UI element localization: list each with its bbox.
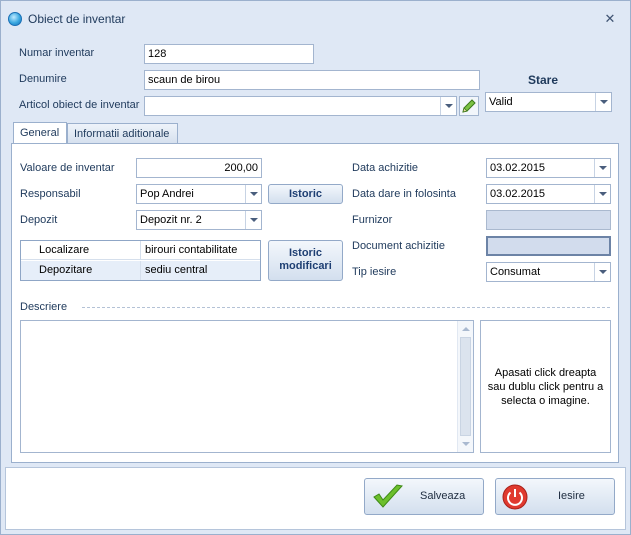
- tip-iesire-label: Tip iesire: [352, 266, 397, 278]
- valoare-input[interactable]: 200,00: [136, 158, 262, 178]
- istoric-modificari-line1: Istoric: [288, 247, 322, 259]
- grid-row-depozitare[interactable]: Depozitare sediu central: [21, 261, 260, 280]
- app-icon: [8, 12, 22, 26]
- scroll-up-icon[interactable]: [462, 327, 470, 331]
- tab-general[interactable]: General: [13, 122, 67, 144]
- tab-informatii-aditionale[interactable]: Informatii aditionale: [67, 123, 178, 144]
- document-achizitie-input[interactable]: [486, 236, 611, 256]
- descriere-textarea[interactable]: [20, 320, 474, 453]
- data-achizitie-combo[interactable]: 03.02.2015: [486, 158, 611, 178]
- denumire-input[interactable]: scaun de birou: [144, 70, 480, 90]
- articol-label: Articol obiect de inventar: [19, 99, 140, 111]
- responsabil-label: Responsabil: [20, 188, 81, 200]
- istoric-modificari-button[interactable]: Istoric modificari: [268, 240, 343, 281]
- data-achizitie-label: Data achizitie: [352, 162, 419, 174]
- save-button[interactable]: Salveaza: [364, 478, 484, 515]
- data-dare-dropdown-button[interactable]: [594, 185, 610, 203]
- data-achizitie-value: 03.02.2015: [490, 162, 546, 174]
- responsabil-dropdown-button[interactable]: [245, 185, 261, 203]
- grid-value-depozitare: sediu central: [145, 264, 208, 276]
- grid-key-depozitare: Depozitare: [39, 264, 93, 276]
- edit-articol-button[interactable]: [459, 96, 479, 116]
- responsabil-combo[interactable]: Pop Andrei: [136, 184, 262, 204]
- exit-label: Iesire: [558, 490, 585, 502]
- furnizor-input[interactable]: [486, 210, 611, 230]
- stare-dropdown-button[interactable]: [595, 93, 611, 111]
- title-bar: Obiect de inventar ✕: [1, 1, 630, 35]
- close-icon[interactable]: ✕: [603, 12, 617, 26]
- articol-dropdown-button[interactable]: [440, 97, 456, 115]
- numar-inventar-label: Numar inventar: [19, 47, 95, 59]
- valoare-label: Valoare de inventar: [20, 162, 115, 174]
- stare-combo[interactable]: Valid: [485, 92, 612, 112]
- tip-iesire-value: Consumat: [490, 266, 541, 278]
- grid-key-localizare: Localizare: [39, 244, 90, 256]
- grid-value-localizare: birouri contabilitate: [145, 244, 238, 256]
- pencil-icon: [462, 99, 476, 113]
- numar-inventar-input[interactable]: 128: [144, 44, 314, 64]
- istoric-button[interactable]: Istoric: [268, 184, 343, 204]
- furnizor-label: Furnizor: [352, 214, 393, 226]
- stare-value: Valid: [489, 96, 513, 108]
- power-icon: [502, 484, 528, 510]
- scroll-down-icon[interactable]: [462, 442, 470, 446]
- tip-iesire-dropdown-button[interactable]: [594, 263, 610, 281]
- articol-combo[interactable]: [144, 96, 457, 116]
- descriere-label: Descriere: [20, 301, 68, 313]
- depozit-value: Depozit nr. 2: [140, 214, 202, 226]
- checkmark-icon: [373, 484, 403, 508]
- general-tab-panel: Valoare de inventar 200,00 Responsabil P…: [11, 143, 619, 463]
- image-placeholder[interactable]: Apasati click dreapta sau dublu click pe…: [480, 320, 611, 453]
- location-grid: Localizare birouri contabilitate Depozit…: [20, 240, 261, 281]
- exit-button[interactable]: Iesire: [495, 478, 615, 515]
- data-achizitie-dropdown-button[interactable]: [594, 159, 610, 177]
- image-hint-text: Apasati click dreapta sau dublu click pe…: [487, 366, 604, 407]
- data-dare-combo[interactable]: 03.02.2015: [486, 184, 611, 204]
- save-label: Salveaza: [420, 490, 466, 502]
- data-dare-value: 03.02.2015: [490, 188, 546, 200]
- dialog-window: Obiect de inventar ✕ Numar inventar 128 …: [0, 0, 631, 535]
- grid-row-localizare[interactable]: Localizare birouri contabilitate: [21, 241, 260, 260]
- descriere-scrollbar[interactable]: [457, 321, 473, 452]
- denumire-label: Denumire: [19, 73, 67, 85]
- depozit-label: Depozit: [20, 214, 58, 226]
- depozit-combo[interactable]: Depozit nr. 2: [136, 210, 262, 230]
- descriere-separator: [82, 307, 610, 308]
- stare-label: Stare: [528, 73, 559, 87]
- data-dare-label: Data dare in folosinta: [352, 188, 456, 200]
- document-achizitie-label: Document achizitie: [352, 240, 445, 252]
- window-title: Obiect de inventar: [28, 12, 126, 26]
- scrollbar-thumb[interactable]: [460, 337, 471, 436]
- istoric-modificari-line2: modificari: [279, 260, 332, 272]
- tip-iesire-combo[interactable]: Consumat: [486, 262, 611, 282]
- responsabil-value: Pop Andrei: [140, 188, 194, 200]
- depozit-dropdown-button[interactable]: [245, 211, 261, 229]
